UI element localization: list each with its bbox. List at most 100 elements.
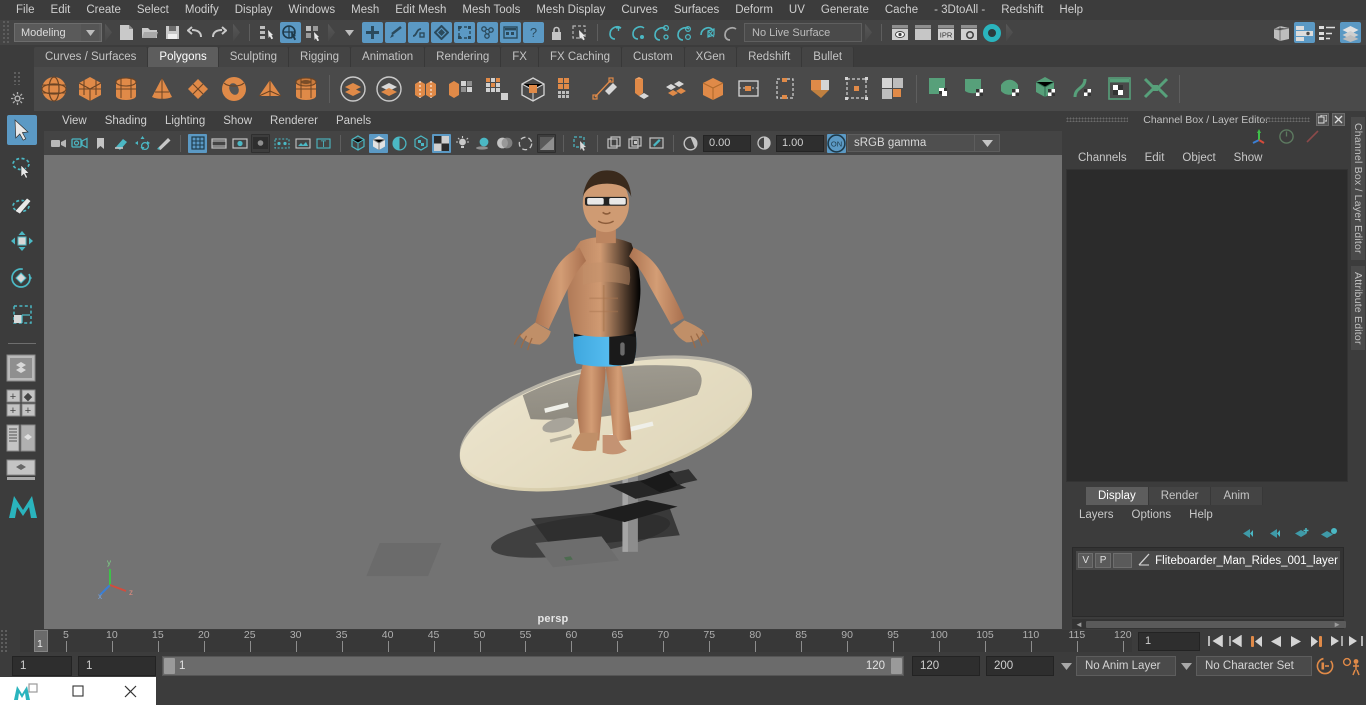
- sidetab-channel-box-layer-editor[interactable]: Channel Box / Layer Editor: [1351, 117, 1365, 260]
- uv-spherical-map-icon[interactable]: [995, 72, 1029, 106]
- panel-undock-icon[interactable]: [1316, 113, 1329, 126]
- color-management-toggle[interactable]: ON: [827, 133, 846, 153]
- exposure-field[interactable]: 0.00: [703, 134, 751, 152]
- toggle-channel-box-icon[interactable]: [1294, 22, 1315, 43]
- menu-item-deform[interactable]: Deform: [727, 2, 781, 18]
- scroll-left-icon[interactable]: ◄: [1075, 620, 1083, 629]
- exposure-dial-icon[interactable]: [681, 134, 700, 153]
- shelf-tab-rendering[interactable]: Rendering: [425, 47, 502, 67]
- go-to-start-button[interactable]: [1206, 631, 1226, 651]
- menu-item-file[interactable]: File: [8, 2, 43, 18]
- layereditor-menu-layers[interactable]: Layers: [1072, 508, 1121, 522]
- menu-item-display[interactable]: Display: [227, 2, 281, 18]
- image-plane-icon[interactable]: [112, 134, 131, 153]
- uv-snapshot-icon[interactable]: [1139, 72, 1173, 106]
- viewport-menu-lighting[interactable]: Lighting: [157, 114, 213, 128]
- shelf-tab-custom[interactable]: Custom: [622, 47, 685, 67]
- mask-hulls-icon[interactable]: [454, 22, 475, 43]
- shelf-tab-polygons[interactable]: Polygons: [148, 47, 219, 67]
- range-right-grip[interactable]: [891, 658, 902, 674]
- layer-editor-tab-display[interactable]: Display: [1086, 487, 1149, 505]
- mask-image-planes-icon[interactable]: [500, 22, 521, 43]
- shelf-tab-rigging[interactable]: Rigging: [289, 47, 352, 67]
- menu-item-select[interactable]: Select: [129, 2, 177, 18]
- scale-tool[interactable]: [7, 300, 37, 330]
- grease-pencil-icon[interactable]: [154, 134, 173, 153]
- play-backwards-button[interactable]: [1266, 631, 1286, 651]
- menu-item-uv[interactable]: UV: [781, 2, 813, 18]
- lasso-select-tool[interactable]: [7, 152, 37, 182]
- mask-faces-icon[interactable]: [431, 22, 452, 43]
- uv-automatic-map-icon[interactable]: [1031, 72, 1065, 106]
- panel-grip-left[interactable]: [1066, 117, 1128, 122]
- ambient-occlusion-icon[interactable]: [495, 134, 514, 153]
- layer-visibility-toggle[interactable]: V: [1078, 553, 1094, 568]
- uv-editor-icon[interactable]: [1103, 72, 1137, 106]
- menu-item-mesh[interactable]: Mesh: [343, 2, 387, 18]
- polygon-torus-icon[interactable]: [217, 72, 251, 106]
- mask-points-icon[interactable]: [385, 22, 406, 43]
- lock-selection-icon[interactable]: [546, 22, 567, 43]
- new-layer-from-selected-icon[interactable]: [1321, 527, 1338, 543]
- chevron-down-icon[interactable]: [81, 24, 99, 41]
- redo-previous-render-icon[interactable]: [912, 22, 933, 43]
- smooth-shading-icon[interactable]: [369, 133, 388, 153]
- sidetab-attribute-editor[interactable]: Attribute Editor: [1351, 265, 1365, 351]
- range-slider-bar[interactable]: 1 120: [162, 656, 904, 676]
- layer-color-swatch[interactable]: [1112, 553, 1133, 568]
- menu-item-windows[interactable]: Windows: [280, 2, 343, 18]
- boolean-difference-icon[interactable]: [372, 72, 406, 106]
- quick-layout-single-perspective[interactable]: [6, 354, 38, 385]
- shelf-tab-fx[interactable]: FX: [501, 47, 539, 67]
- create-polygon-tool-icon[interactable]: [588, 72, 622, 106]
- hide-toggle-icon[interactable]: [647, 134, 666, 153]
- view-transform-dropdown-arrow[interactable]: [975, 134, 1000, 152]
- play-forwards-button[interactable]: [1286, 631, 1306, 651]
- mask-handles-icon[interactable]: [362, 22, 383, 43]
- menu-item-mesh-display[interactable]: Mesh Display: [528, 2, 613, 18]
- quad-draw-icon[interactable]: [840, 72, 874, 106]
- maya-app-icon[interactable]: [0, 677, 52, 705]
- shelf-tab-bullet[interactable]: Bullet: [802, 47, 855, 67]
- move-tool[interactable]: [7, 226, 37, 256]
- character-set-dropdown-arrow[interactable]: [1176, 656, 1196, 676]
- render-settings-icon[interactable]: [958, 22, 979, 43]
- snap-to-point-icon[interactable]: [651, 22, 672, 43]
- view-transform-field[interactable]: sRGB gamma: [847, 134, 975, 152]
- live-surface-field[interactable]: No Live Surface: [744, 23, 862, 42]
- layereditor-menu-help[interactable]: Help: [1182, 508, 1220, 522]
- polygon-cone-icon[interactable]: [145, 72, 179, 106]
- open-scene-icon[interactable]: [139, 22, 160, 43]
- menu-item-cache[interactable]: Cache: [877, 2, 926, 18]
- layer-list[interactable]: V P Fliteboarder_Man_Rides_001_layer: [1072, 547, 1344, 617]
- channelbox-menu-show[interactable]: Show: [1226, 151, 1271, 165]
- menu-item-edit-mesh[interactable]: Edit Mesh: [387, 2, 454, 18]
- bevel-icon[interactable]: [660, 72, 694, 106]
- toggle-layer-editor-icon[interactable]: [1340, 22, 1361, 43]
- step-forward-frame-button[interactable]: [1326, 631, 1346, 651]
- texture-display-icon[interactable]: [432, 133, 451, 153]
- restore-icon[interactable]: [52, 677, 104, 705]
- camera-attributes-icon[interactable]: [70, 134, 89, 153]
- shelf-tab-xgen[interactable]: XGen: [684, 47, 738, 67]
- channel-box-content[interactable]: [1066, 169, 1348, 482]
- sculpt-tool-icon[interactable]: [876, 72, 910, 106]
- menuset-selector[interactable]: Modeling: [14, 23, 102, 42]
- boolean-union-icon[interactable]: [336, 72, 370, 106]
- gate-mask-icon[interactable]: [251, 133, 270, 153]
- shelf-options-icon[interactable]: [10, 91, 24, 108]
- menu-item-surfaces[interactable]: Surfaces: [666, 2, 727, 18]
- hypershade-icon[interactable]: [981, 22, 1002, 43]
- anti-alias-icon[interactable]: [516, 134, 535, 153]
- menu-item-mesh-tools[interactable]: Mesh Tools: [454, 2, 528, 18]
- uv-planar-map-icon[interactable]: [923, 72, 957, 106]
- quick-layout-outliner-persp[interactable]: [6, 424, 38, 455]
- timeslider-grip[interactable]: [0, 629, 8, 653]
- select-camera-icon[interactable]: [49, 134, 68, 153]
- menu-item-help[interactable]: Help: [1051, 2, 1091, 18]
- redo-icon[interactable]: [208, 22, 229, 43]
- new-scene-icon[interactable]: [116, 22, 137, 43]
- menu-item-curves[interactable]: Curves: [613, 2, 665, 18]
- menu-item-edit[interactable]: Edit: [43, 2, 79, 18]
- use-default-material-icon[interactable]: [411, 134, 430, 153]
